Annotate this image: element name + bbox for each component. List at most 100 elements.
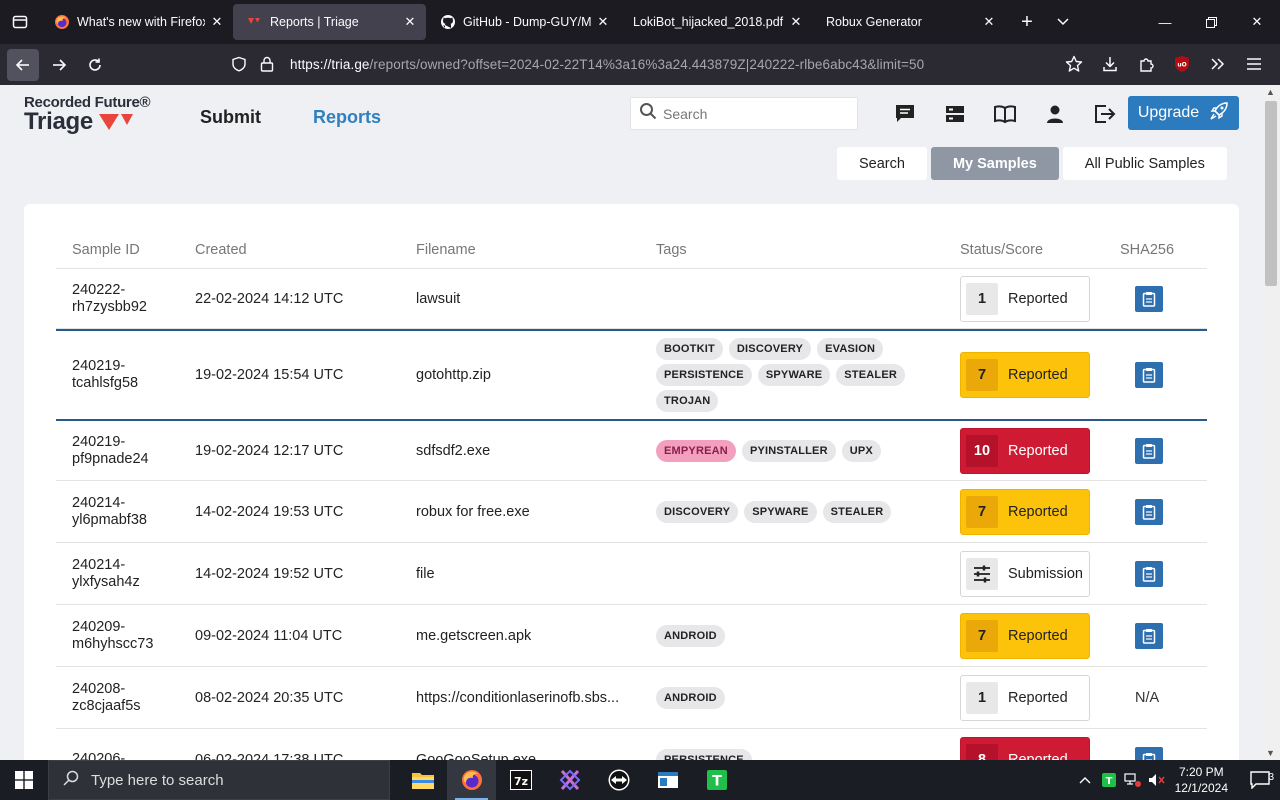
table-row[interactable]: 240219- tcahlsfg58 19-02-2024 15:54 UTC got…: [56, 329, 1207, 421]
network-icon[interactable]: [1121, 772, 1145, 788]
hamburger-menu-icon[interactable]: [1236, 48, 1272, 80]
copy-sha256-clipboard-icon[interactable]: [1135, 560, 1163, 587]
firefox-taskbar-icon[interactable]: [447, 760, 496, 800]
sample-id-cell[interactable]: 240214- ylxfysah4z: [56, 557, 179, 591]
logout-icon[interactable]: [1080, 99, 1130, 129]
sample-id-cell[interactable]: 240209- m6hyhscc73: [56, 619, 179, 653]
tag-badge[interactable]: STEALER: [836, 364, 906, 386]
sample-id-cell[interactable]: 240214- yl6pmabf38: [56, 495, 179, 529]
file-explorer-icon[interactable]: [398, 760, 447, 800]
7zip-icon[interactable]: 7z: [496, 760, 545, 800]
close-tab-icon[interactable]: ✕: [788, 14, 804, 30]
score-badge[interactable]: 7 Reported: [960, 488, 1090, 535]
table-row[interactable]: 240222- rh7zysbb92 22-02-2024 14:12 UTC law…: [56, 269, 1207, 329]
close-tab-icon[interactable]: ✕: [595, 14, 611, 30]
browser-tab[interactable]: What's new with Firefox ✕: [40, 4, 233, 40]
teamviewer-icon[interactable]: [594, 760, 643, 800]
tag-badge[interactable]: BOOTKIT: [656, 338, 723, 360]
copy-sha256-clipboard-icon[interactable]: [1135, 498, 1163, 525]
copy-sha256-clipboard-icon[interactable]: [1135, 362, 1163, 388]
restore-icon[interactable]: [1188, 0, 1234, 44]
score-badge[interactable]: 8 Reported: [960, 736, 1090, 760]
tag-badge[interactable]: STEALER: [822, 500, 892, 523]
close-window-icon[interactable]: ✕: [1234, 0, 1280, 44]
close-tab-icon[interactable]: ✕: [981, 14, 997, 30]
tab-all-public-samples[interactable]: All Public Samples: [1062, 147, 1227, 180]
forward-button[interactable]: [43, 49, 75, 81]
more-tools-chevrons-icon[interactable]: [1200, 48, 1236, 80]
upgrade-button[interactable]: Upgrade: [1128, 96, 1239, 130]
url-bar[interactable]: https://tria.ge/reports/owned?offset=202…: [228, 48, 1058, 80]
extensions-puzzle-icon[interactable]: [1128, 48, 1164, 80]
close-tab-icon[interactable]: ✕: [209, 14, 225, 30]
table-row[interactable]: 240209- m6hyhscc73 09-02-2024 11:04 UTC me.…: [56, 605, 1207, 667]
tag-badge[interactable]: ANDROID: [656, 686, 725, 709]
tab-search[interactable]: Search: [837, 147, 927, 180]
tray-green-t-icon[interactable]: T: [1097, 773, 1121, 787]
table-row[interactable]: 240206- 06-02-2024 17:38 UTC GooGooSetup.e…: [56, 729, 1207, 760]
tag-badge[interactable]: ANDROID: [656, 624, 725, 647]
ublock-origin-icon[interactable]: uO: [1164, 48, 1200, 80]
tag-badge[interactable]: EVASION: [817, 338, 884, 360]
new-tab-button[interactable]: +: [1009, 4, 1045, 40]
show-hidden-icons-chevron-icon[interactable]: [1073, 776, 1097, 784]
lock-icon[interactable]: [256, 56, 278, 72]
book-icon[interactable]: [980, 99, 1030, 129]
minimize-icon[interactable]: —: [1142, 0, 1188, 44]
score-badge[interactable]: 7 Reported: [960, 352, 1090, 398]
copy-sha256-clipboard-icon[interactable]: [1135, 285, 1163, 312]
tracking-protection-shield-icon[interactable]: [228, 56, 250, 72]
scrollbar-thumb[interactable]: [1265, 101, 1277, 286]
taskbar-search-box[interactable]: Type here to search: [48, 760, 390, 800]
tag-badge[interactable]: TROJAN: [656, 390, 719, 412]
tag-badge[interactable]: DISCOVERY: [728, 338, 812, 360]
list-all-tabs-icon[interactable]: [0, 0, 40, 44]
notification-center-icon[interactable]: 3: [1240, 771, 1280, 789]
nav-submit-link[interactable]: Submit: [200, 107, 261, 128]
close-tab-icon[interactable]: ✕: [402, 14, 418, 30]
tab-my-samples[interactable]: My Samples: [930, 147, 1059, 180]
user-icon[interactable]: [1030, 99, 1080, 129]
score-badge[interactable]: 10 Reported: [960, 427, 1090, 474]
imhex-icon[interactable]: [545, 760, 594, 800]
back-button[interactable]: [7, 48, 39, 81]
score-badge[interactable]: Submission: [960, 550, 1090, 597]
copy-sha256-clipboard-icon[interactable]: [1135, 437, 1163, 464]
tag-badge[interactable]: PYINSTALLER: [741, 439, 836, 462]
reload-button[interactable]: [79, 49, 111, 81]
table-row[interactable]: 240219- pf9pnade24 19-02-2024 12:17 UTC sdf…: [56, 421, 1207, 481]
tag-badge[interactable]: PERSISTENCE: [656, 364, 752, 386]
taskbar-clock[interactable]: 7:20 PM 12/1/2024: [1175, 764, 1228, 796]
window-app-icon[interactable]: [643, 760, 692, 800]
green-t-app-icon[interactable]: T: [692, 760, 741, 800]
page-scrollbar[interactable]: ▲ ▼: [1262, 85, 1280, 760]
server-icon[interactable]: [930, 99, 980, 129]
volume-muted-icon[interactable]: [1145, 772, 1169, 788]
chat-icon[interactable]: [880, 99, 930, 129]
url-text[interactable]: https://tria.ge/reports/owned?offset=202…: [290, 57, 924, 72]
windows-start-icon[interactable]: [0, 760, 48, 800]
browser-tab[interactable]: GitHub - Dump-GUY/Mal ✕: [426, 4, 619, 40]
tag-badge[interactable]: UPX: [841, 439, 881, 462]
table-row[interactable]: 240214- ylxfysah4z 14-02-2024 19:52 UTC fil…: [56, 543, 1207, 605]
tag-badge[interactable]: EMPYREAN: [656, 439, 736, 462]
browser-tab[interactable]: Reports | Triage ✕: [233, 4, 426, 40]
copy-sha256-clipboard-icon[interactable]: [1135, 746, 1163, 760]
sample-id-cell[interactable]: 240222- rh7zysbb92: [56, 282, 179, 316]
sample-id-cell[interactable]: 240219- pf9pnade24: [56, 434, 179, 468]
chevron-down-icon[interactable]: [1045, 4, 1081, 40]
sample-id-cell[interactable]: 240206-: [56, 751, 179, 760]
table-row[interactable]: 240208- zc8cjaaf5s 08-02-2024 20:35 UTC htt…: [56, 667, 1207, 729]
browser-tab[interactable]: Robux Generator ✕: [812, 4, 1005, 40]
sample-id-cell[interactable]: 240219- tcahlsfg58: [56, 358, 179, 392]
score-badge[interactable]: 7 Reported: [960, 612, 1090, 659]
table-row[interactable]: 240214- yl6pmabf38 14-02-2024 19:53 UTC rob…: [56, 481, 1207, 543]
tag-badge[interactable]: PERSISTENCE: [656, 748, 752, 760]
downloads-icon[interactable]: [1092, 48, 1128, 80]
nav-reports-link[interactable]: Reports: [313, 107, 381, 128]
score-badge[interactable]: 1 Reported: [960, 674, 1090, 721]
browser-tab[interactable]: LokiBot_hijacked_2018.pdf ✕: [619, 4, 812, 40]
tag-badge[interactable]: SPYWARE: [757, 364, 831, 386]
recorded-future-triage-logo[interactable]: Recorded Future® Triage: [24, 94, 151, 136]
sample-id-cell[interactable]: 240208- zc8cjaaf5s: [56, 681, 179, 715]
